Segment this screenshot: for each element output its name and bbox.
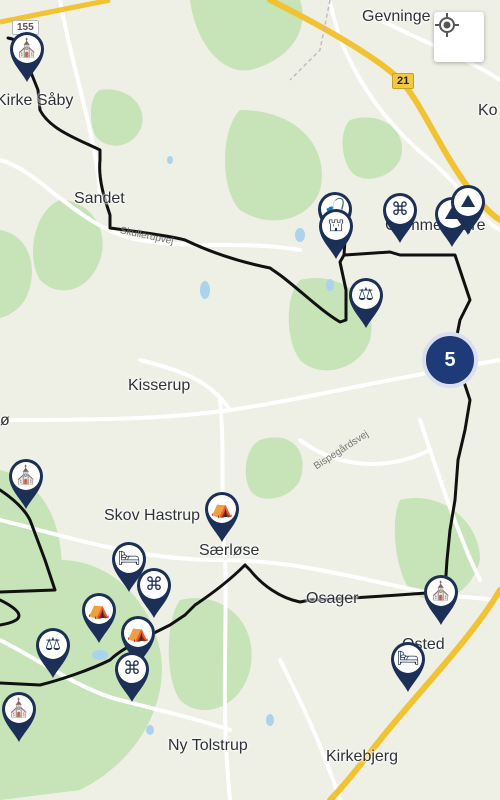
shelter-icon: ⛺ [126,622,150,643]
poi-marker[interactable]: ⛺ [80,591,118,645]
landscape-icon: ⛰ [460,191,476,212]
poi-marker[interactable]: ⛰ [449,183,487,237]
shelter-icon: ⛺ [210,498,234,519]
attraction-icon: ⌘ [123,658,141,679]
place-label-saerloese: Særløse [199,542,260,559]
church-icon: ⛪ [7,698,31,719]
place-label-kirkebjerg: Kirkebjerg [326,748,399,765]
attraction-icon: ⌘ [145,574,163,595]
place-label-ny-tolstrup: Ny Tolstrup [168,737,248,754]
camping-icon: ⛺ [87,599,111,620]
poi-marker[interactable]: ⌘ [381,191,419,245]
church-icon: ⛪ [14,465,38,486]
cluster-marker[interactable]: 5 [422,332,478,388]
poi-marker[interactable]: 🛏 [389,640,427,694]
lodging-icon: 🛏 [396,648,420,669]
my-location-button[interactable] [434,12,484,62]
church-icon: ⛪ [429,581,453,602]
poi-marker[interactable]: ⌘ [113,650,151,704]
playground-icon: ⚖ [357,284,375,305]
place-label-osager: Osager [306,590,359,607]
poi-marker[interactable]: ⛺ [203,490,241,544]
heritage-icon: ⛫ [327,215,345,236]
place-label-ko: Ko [478,102,498,119]
place-label-kisserup: Kisserup [128,377,191,394]
place-label-skov-hastrup: Skov Hastrup [104,507,201,524]
church-icon: ⛪ [15,38,39,59]
poi-marker[interactable]: ⛫ [317,207,355,261]
poi-marker[interactable]: ⌘ [135,566,173,620]
place-label-kirke-saaby: Kirke Såby [0,92,74,109]
crosshair-icon [435,13,459,37]
map-view[interactable]: Gevninge Kirke Såby Ko Sandet Gammel Lej… [0,0,500,800]
poi-marker[interactable]: ⚖ [347,276,385,330]
place-label-edge: ø [0,412,10,429]
poi-marker[interactable]: ⛪ [8,30,46,84]
poi-marker[interactable]: ⚖ [34,626,72,680]
poi-marker[interactable]: ⛪ [7,457,45,511]
place-label-gevninge: Gevninge [362,8,431,25]
poi-marker[interactable]: ⛪ [422,573,460,627]
attraction-icon: ⌘ [391,199,409,220]
poi-marker[interactable]: ⛪ [0,690,38,744]
playground-icon: ⚖ [44,634,62,655]
place-label-sandet: Sandet [74,190,125,207]
road-shield-21: 21 [392,73,415,89]
